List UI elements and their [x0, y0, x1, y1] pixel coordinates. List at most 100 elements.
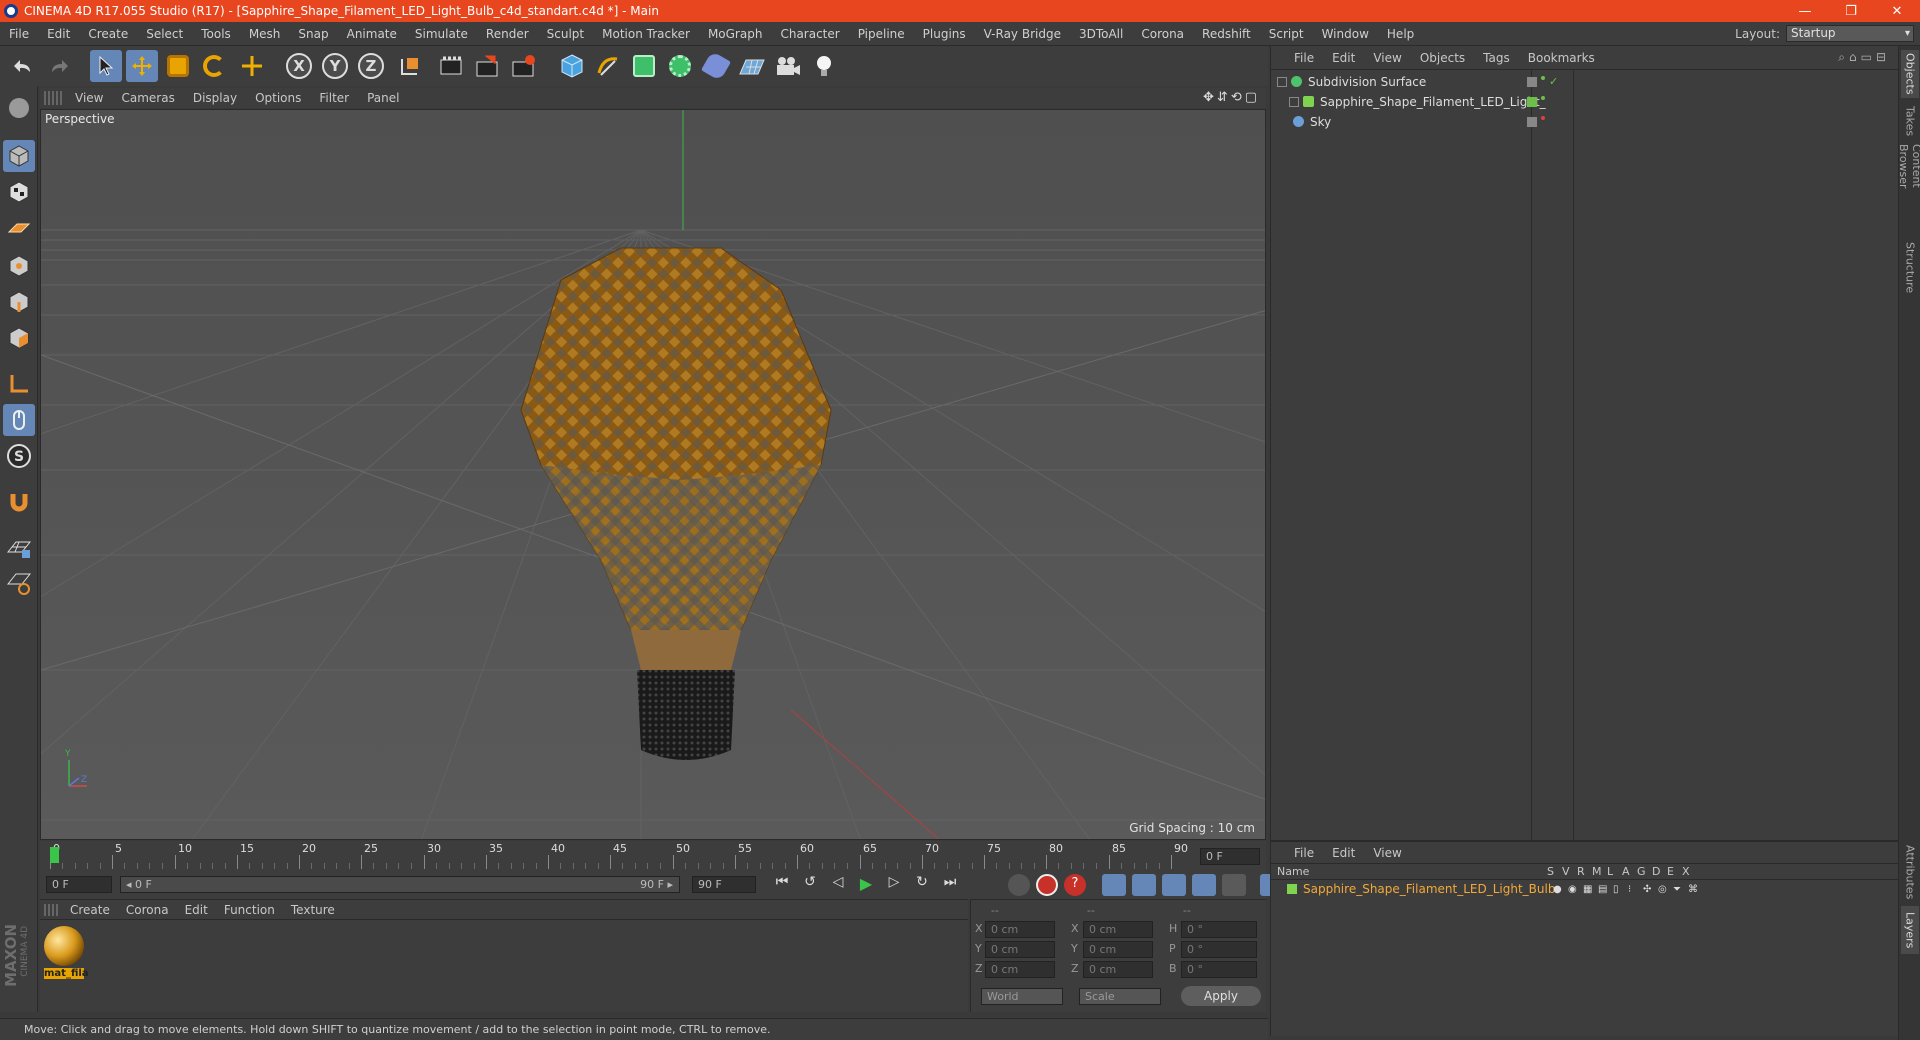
- menu-corona[interactable]: Corona: [1132, 27, 1193, 41]
- autokeying-icon[interactable]: ?: [1064, 874, 1086, 896]
- y-axis-lock-button[interactable]: Y: [322, 53, 348, 79]
- layout-dropdown[interactable]: Startup: [1786, 25, 1914, 42]
- layer-menu-edit[interactable]: Edit: [1323, 846, 1364, 860]
- menu-animate[interactable]: Animate: [338, 27, 406, 41]
- material-menu-texture[interactable]: Texture: [283, 903, 343, 917]
- layer-generators-icon[interactable]: ✣: [1643, 884, 1652, 895]
- layer-menu-file[interactable]: File: [1285, 846, 1323, 860]
- undo-button[interactable]: [6, 50, 38, 82]
- menu-select[interactable]: Select: [137, 27, 192, 41]
- position-x-field[interactable]: 0 cm: [985, 921, 1055, 938]
- viewport-navigation-icons[interactable]: ✥⇵⟲▢: [1203, 90, 1260, 105]
- frame-range-slider[interactable]: ◂ 0 F 90 F ▸: [120, 876, 680, 893]
- apply-button[interactable]: Apply: [1181, 986, 1261, 1006]
- viewport-menu-view[interactable]: View: [66, 91, 112, 105]
- material-menu-create[interactable]: Create: [62, 903, 118, 917]
- perspective-viewport[interactable]: Y Z Perspective Grid Spacing : 10 cm: [40, 109, 1266, 840]
- menu-edit[interactable]: Edit: [38, 27, 79, 41]
- visibility-toggle-icon[interactable]: [1527, 116, 1537, 127]
- end-frame-field[interactable]: 90 F: [692, 876, 756, 893]
- camera-object-icon[interactable]: [772, 50, 804, 82]
- workplane-rotate-icon[interactable]: [3, 568, 35, 600]
- tweak-mode-icon[interactable]: [3, 404, 35, 436]
- object-row[interactable]: Sky: [1277, 112, 1893, 131]
- rotation-h-field[interactable]: 0 °: [1181, 921, 1257, 938]
- layer-lock-icon[interactable]: ▯: [1613, 884, 1622, 895]
- tab-structure[interactable]: Structure: [1901, 238, 1919, 298]
- select-tool-icon[interactable]: [90, 50, 122, 82]
- texture-mode-icon[interactable]: [3, 176, 35, 208]
- workplane-lock-icon[interactable]: [3, 532, 35, 564]
- expand-toggle-icon[interactable]: [1277, 76, 1287, 87]
- floor-object-icon[interactable]: [736, 50, 768, 82]
- size-y-field[interactable]: 0 cm: [1083, 941, 1153, 958]
- position-y-field[interactable]: 0 cm: [985, 941, 1055, 958]
- render-dot-icon[interactable]: [1541, 96, 1545, 100]
- render-dot-icon[interactable]: [1541, 76, 1545, 80]
- menu-render[interactable]: Render: [477, 27, 538, 41]
- cloner-icon[interactable]: [664, 50, 696, 82]
- object-menu-tags[interactable]: Tags: [1474, 51, 1519, 65]
- snap-magnet-icon[interactable]: [3, 486, 35, 518]
- tab-content-browser[interactable]: Content Browser: [1897, 144, 1920, 234]
- render-dot-icon[interactable]: [1541, 116, 1545, 120]
- expand-toggle-icon[interactable]: [1289, 96, 1299, 107]
- menu-v-ray-bridge[interactable]: V-Ray Bridge: [975, 27, 1070, 41]
- layer-deformers-icon[interactable]: ◎: [1658, 884, 1667, 895]
- next-frame-icon[interactable]: ▷: [882, 874, 906, 896]
- edges-mode-icon[interactable]: [3, 286, 35, 318]
- axis-mode-icon[interactable]: [3, 368, 35, 400]
- menu-redshift[interactable]: Redshift: [1193, 27, 1260, 41]
- deformer-icon[interactable]: [700, 50, 732, 82]
- z-axis-lock-button[interactable]: Z: [358, 53, 384, 79]
- layer-xref-icon[interactable]: ⌘: [1688, 884, 1698, 895]
- redo-button[interactable]: [44, 50, 76, 82]
- object-name[interactable]: Sky: [1310, 115, 1536, 129]
- rotation-p-field[interactable]: 0 °: [1181, 941, 1257, 958]
- layer-solo-icon[interactable]: ●: [1553, 884, 1562, 895]
- solo-mode-icon[interactable]: S: [3, 440, 35, 472]
- menu-sculpt[interactable]: Sculpt: [538, 27, 593, 41]
- layer-name[interactable]: Sapphire_Shape_Filament_LED_Light_Bulb: [1303, 882, 1555, 896]
- scale-mode-dropdown[interactable]: Scale: [1079, 988, 1161, 1005]
- enabled-check-icon[interactable]: ✓: [1549, 75, 1558, 88]
- layer-render-icon[interactable]: ▦: [1583, 884, 1592, 895]
- menu-pipeline[interactable]: Pipeline: [849, 27, 914, 41]
- menu-3dtoall[interactable]: 3DToAll: [1070, 27, 1132, 41]
- key-point-level-icon[interactable]: [1222, 874, 1246, 896]
- material-name[interactable]: mat_fila: [44, 968, 89, 979]
- layer-manager-icon[interactable]: ▤: [1598, 884, 1607, 895]
- model-mode-icon[interactable]: [3, 140, 35, 172]
- material-menu-function[interactable]: Function: [216, 903, 283, 917]
- start-frame-field[interactable]: 0 F: [46, 876, 112, 893]
- menu-simulate[interactable]: Simulate: [406, 27, 477, 41]
- layer-expressions-icon[interactable]: ⏷: [1673, 884, 1682, 895]
- object-menu-file[interactable]: File: [1285, 51, 1323, 65]
- scale-tool-icon[interactable]: [162, 50, 194, 82]
- menu-plugins[interactable]: Plugins: [914, 27, 975, 41]
- tab-attributes[interactable]: Attributes: [1901, 842, 1919, 902]
- coordinate-space-dropdown[interactable]: World: [981, 988, 1063, 1005]
- rotation-b-field[interactable]: 0 °: [1181, 961, 1257, 978]
- make-editable-icon[interactable]: [3, 92, 35, 124]
- layer-animation-icon[interactable]: ⁝: [1628, 884, 1637, 895]
- current-frame-field[interactable]: 0 F: [1200, 848, 1260, 865]
- cube-object-icon[interactable]: [556, 50, 588, 82]
- viewport-menu-display[interactable]: Display: [184, 91, 246, 105]
- menu-create[interactable]: Create: [79, 27, 137, 41]
- key-parameter-icon[interactable]: [1192, 874, 1216, 896]
- size-x-field[interactable]: 0 cm: [1083, 921, 1153, 938]
- render-view-icon[interactable]: [436, 50, 468, 82]
- rotate-tool-icon[interactable]: [198, 50, 230, 82]
- object-manager-toolbar-icons[interactable]: ⌕⌂▭⊟: [1838, 50, 1890, 65]
- object-row[interactable]: Subdivision Surface ✓: [1277, 72, 1893, 91]
- live-selection-move-icon[interactable]: [236, 50, 268, 82]
- close-button[interactable]: ✕: [1874, 0, 1920, 22]
- visibility-toggle-icon[interactable]: [1527, 96, 1537, 107]
- menu-window[interactable]: Window: [1313, 27, 1378, 41]
- object-menu-bookmarks[interactable]: Bookmarks: [1519, 51, 1604, 65]
- menu-mograph[interactable]: MoGraph: [699, 27, 772, 41]
- menu-motion-tracker[interactable]: Motion Tracker: [593, 27, 699, 41]
- restore-button[interactable]: ❐: [1828, 0, 1874, 22]
- position-z-field[interactable]: 0 cm: [985, 961, 1055, 978]
